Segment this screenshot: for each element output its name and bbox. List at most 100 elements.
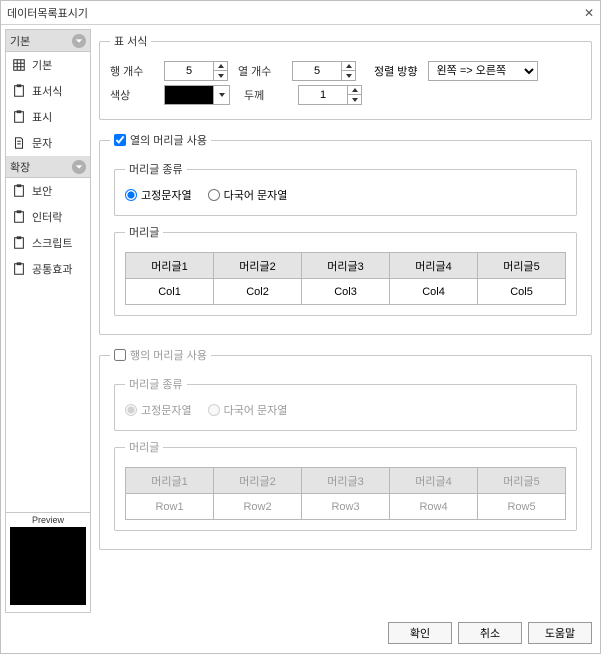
chevron-down-icon <box>72 34 86 48</box>
sidebar-section-ext[interactable]: 확장 <box>6 156 90 178</box>
group-row-header: 행의 머리글 사용 머리글 종류 고정문자열 다국어 문자열 머리글 머리글1 <box>99 347 592 550</box>
color-picker[interactable] <box>164 85 230 105</box>
sidebar-item-tableformat[interactable]: 표서식 <box>6 78 90 104</box>
sidebar-item-label: 보안 <box>32 183 52 199</box>
clipboard-icon <box>12 236 26 250</box>
group-col-header: 열의 머리글 사용 머리글 종류 고정문자열 다국어 문자열 머리글 머리글1 <box>99 132 592 335</box>
main-panel: 표 서식 행 개수 열 개수 정렬 방향 왼쪽 => 오른쪽 <box>95 29 596 613</box>
spin-down-icon[interactable] <box>341 71 355 80</box>
col-header-cell: 머리글2 <box>214 253 302 279</box>
row-value-cell: Row3 <box>302 494 390 520</box>
sidebar-section-label: 기본 <box>10 33 30 49</box>
row-header-cell: 머리글4 <box>390 468 478 494</box>
row-header-cell: 머리글3 <box>302 468 390 494</box>
group-row-header-type: 머리글 종류 고정문자열 다국어 문자열 <box>114 376 577 431</box>
cols-spinner[interactable] <box>292 61 356 81</box>
sidebar-item-script[interactable]: 스크립트 <box>6 230 90 256</box>
row-header-table: 머리글1 머리글2 머리글3 머리글4 머리글5 Row1 Row2 Row3 … <box>125 467 566 520</box>
dialog-window: 데이터목록표시기 ✕ 기본 기본 표서식 표시 문자 <box>0 0 601 654</box>
sidebar-item-display[interactable]: 표시 <box>6 104 90 130</box>
cols-label: 열 개수 <box>238 63 282 79</box>
window-title: 데이터목록표시기 <box>7 5 88 21</box>
row-value-cell: Row2 <box>214 494 302 520</box>
spin-up-icon[interactable] <box>213 62 227 71</box>
use-row-header-label: 행의 머리글 사용 <box>130 347 207 363</box>
chevron-down-icon <box>72 160 86 174</box>
rows-input[interactable] <box>165 62 213 80</box>
sidebar-item-label: 문자 <box>32 135 52 151</box>
row-value-cell: Row5 <box>478 494 566 520</box>
row-value-cell: Row1 <box>126 494 214 520</box>
spin-up-icon[interactable] <box>347 86 361 95</box>
table-row: 머리글1 머리글2 머리글3 머리글4 머리글5 <box>126 253 566 279</box>
group-row-header-table: 머리글 머리글1 머리글2 머리글3 머리글4 머리글5 Row1 Row2 <box>114 439 577 531</box>
sidebar-item-security[interactable]: 보안 <box>6 178 90 204</box>
col-value-cell[interactable]: Col5 <box>478 279 566 305</box>
col-value-cell[interactable]: Col3 <box>302 279 390 305</box>
row-header-cell: 머리글5 <box>478 468 566 494</box>
header-title: 머리글 <box>125 439 163 455</box>
table-row: Col1 Col2 Col3 Col4 Col5 <box>126 279 566 305</box>
color-label: 색상 <box>110 87 154 103</box>
grid-icon <box>12 58 26 72</box>
preview-label: Preview <box>32 513 64 527</box>
thickness-spinner[interactable] <box>298 85 362 105</box>
sidebar-item-text[interactable]: 문자 <box>6 130 90 156</box>
document-icon <box>12 136 26 150</box>
thickness-input[interactable] <box>299 86 347 104</box>
header-title: 머리글 <box>125 224 163 240</box>
sidebar-item-commoneffect[interactable]: 공통효과 <box>6 256 90 282</box>
sidebar-item-basic[interactable]: 기본 <box>6 52 90 78</box>
rows-spinner[interactable] <box>164 61 228 81</box>
sidebar-item-label: 기본 <box>32 57 52 73</box>
radio-fixed: 고정문자열 <box>125 402 192 418</box>
col-header-cell: 머리글3 <box>302 253 390 279</box>
preview-swatch <box>10 527 86 605</box>
sidebar-item-interlock[interactable]: 인터락 <box>6 204 90 230</box>
sidebar-item-label: 표서식 <box>32 83 62 99</box>
use-col-header-checkbox[interactable]: 열의 머리글 사용 <box>114 132 207 148</box>
radio-multi: 다국어 문자열 <box>208 402 288 418</box>
align-select[interactable]: 왼쪽 => 오른쪽 <box>428 61 538 81</box>
col-header-cell: 머리글1 <box>126 253 214 279</box>
col-header-cell: 머리글5 <box>478 253 566 279</box>
group-title: 표 서식 <box>110 33 151 49</box>
sidebar-section-basic[interactable]: 기본 <box>6 30 90 52</box>
radio-multi[interactable]: 다국어 문자열 <box>208 187 288 203</box>
close-icon[interactable]: ✕ <box>584 6 594 20</box>
header-type-title: 머리글 종류 <box>125 161 187 177</box>
help-button[interactable]: 도움말 <box>528 622 592 644</box>
use-row-header-checkbox[interactable]: 행의 머리글 사용 <box>114 347 207 363</box>
table-row: Row1 Row2 Row3 Row4 Row5 <box>126 494 566 520</box>
group-col-header-table: 머리글 머리글1 머리글2 머리글3 머리글4 머리글5 Col1 Col2 <box>114 224 577 316</box>
titlebar: 데이터목록표시기 ✕ <box>1 1 600 25</box>
col-value-cell[interactable]: Col4 <box>390 279 478 305</box>
clipboard-icon <box>12 110 26 124</box>
spin-up-icon[interactable] <box>341 62 355 71</box>
align-label: 정렬 방향 <box>374 63 418 79</box>
clipboard-icon <box>12 84 26 98</box>
col-value-cell[interactable]: Col2 <box>214 279 302 305</box>
row-header-cell: 머리글1 <box>126 468 214 494</box>
sidebar-item-label: 표시 <box>32 109 52 125</box>
sidebar-item-label: 스크립트 <box>32 235 72 251</box>
row-value-cell: Row4 <box>390 494 478 520</box>
cols-input[interactable] <box>293 62 341 80</box>
preview-panel: Preview <box>6 512 90 612</box>
thickness-label: 두께 <box>244 87 288 103</box>
radio-fixed[interactable]: 고정문자열 <box>125 187 192 203</box>
color-swatch <box>165 86 213 104</box>
ok-button[interactable]: 확인 <box>388 622 452 644</box>
chevron-down-icon[interactable] <box>213 86 229 104</box>
col-value-cell[interactable]: Col1 <box>126 279 214 305</box>
spin-down-icon[interactable] <box>347 95 361 104</box>
rows-label: 행 개수 <box>110 63 154 79</box>
spin-down-icon[interactable] <box>213 71 227 80</box>
cancel-button[interactable]: 취소 <box>458 622 522 644</box>
sidebar-item-label: 인터락 <box>32 209 62 225</box>
group-table-format: 표 서식 행 개수 열 개수 정렬 방향 왼쪽 => 오른쪽 <box>99 33 592 120</box>
group-col-header-type: 머리글 종류 고정문자열 다국어 문자열 <box>114 161 577 216</box>
col-header-cell: 머리글4 <box>390 253 478 279</box>
clipboard-icon <box>12 184 26 198</box>
sidebar-item-label: 공통효과 <box>32 261 72 277</box>
